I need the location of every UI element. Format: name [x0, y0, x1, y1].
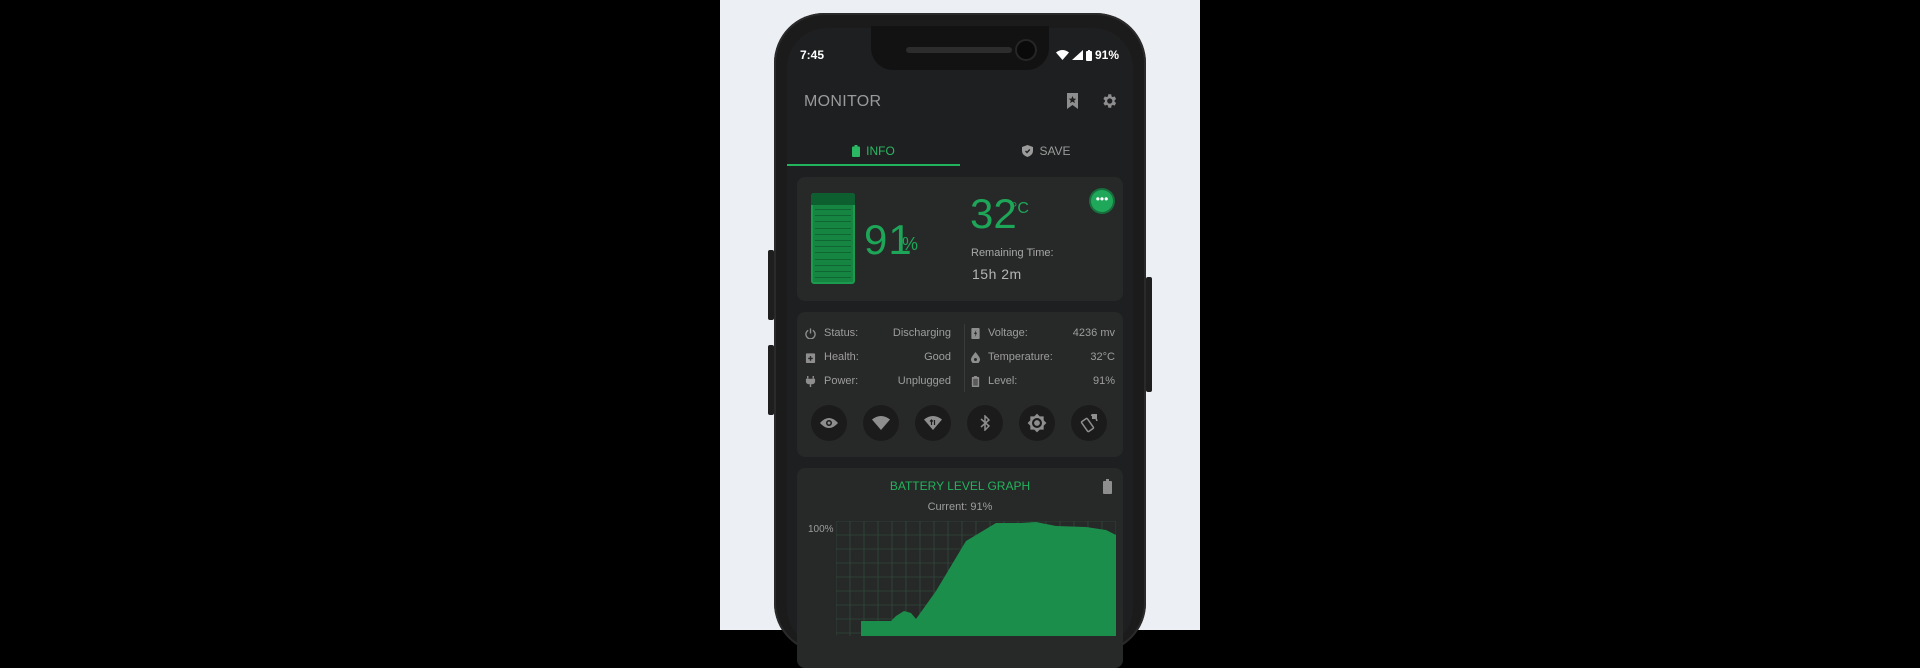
battery-cell-line — [815, 240, 851, 241]
app-title: MONITOR — [804, 93, 882, 110]
battery-cell-line — [815, 233, 851, 235]
temperature-unit: °C — [1011, 200, 1029, 217]
battery-cell-line — [815, 271, 851, 272]
battery-percent-unit: % — [902, 234, 919, 254]
voltage-value: 4236 mv — [1072, 327, 1115, 339]
eye-icon — [820, 418, 838, 428]
remaining-time-value: 15h 2m — [972, 266, 1022, 282]
graph-current-label: Current: — [927, 501, 968, 513]
bookmark-icon[interactable] — [1066, 93, 1079, 109]
battery-cell-line — [815, 264, 851, 266]
status-icons: 91% — [1056, 48, 1119, 62]
battery-status-icon — [1086, 49, 1092, 61]
battery-cell-line — [815, 215, 851, 217]
power-label: Power: — [824, 375, 859, 387]
level-label: Level: — [988, 375, 1018, 387]
power-icon — [805, 328, 816, 339]
status-value: Discharging — [892, 327, 951, 339]
battery-empty-portion — [811, 193, 855, 205]
graph-y-label-top: 100% — [808, 524, 834, 535]
mobile-data-icon — [924, 416, 942, 430]
battery-cell-line — [815, 246, 851, 248]
eye-toggle-button[interactable] — [811, 405, 847, 441]
health-value: Good — [924, 351, 951, 363]
temperature-label: Temperature: — [988, 351, 1053, 363]
shield-icon — [1022, 145, 1034, 157]
clipboard-plus-icon — [805, 353, 816, 363]
tab-info[interactable]: INFO — [787, 134, 960, 168]
plug-icon — [805, 376, 816, 387]
auto-rotate-icon — [1080, 414, 1098, 433]
remaining-time-label: Remaining Time: — [971, 247, 1054, 259]
battery-cell-line — [815, 277, 851, 279]
health-label: Health: — [824, 351, 859, 363]
tab-save[interactable]: SAVE — [960, 134, 1133, 168]
thermometer-drop-icon — [970, 352, 981, 363]
tab-save-label: SAVE — [1039, 144, 1071, 158]
status-battery-percent: 91% — [1095, 48, 1120, 62]
bluetooth-toggle-button[interactable] — [967, 405, 1003, 441]
graph-current-value: 91% — [970, 501, 993, 513]
voltage-icon — [971, 328, 980, 339]
speaker-grille — [906, 47, 1012, 53]
battery-level-chart — [836, 521, 1116, 636]
graph-battery-icon[interactable] — [1103, 479, 1112, 494]
graph-level-area — [861, 522, 1116, 636]
battery-cell-line — [815, 209, 851, 210]
auto-rotate-toggle-button[interactable] — [1071, 405, 1107, 441]
wifi-icon — [872, 416, 890, 430]
wifi-status-icon — [1056, 50, 1069, 60]
power-button — [1146, 277, 1152, 392]
wifi-toggle-button[interactable] — [863, 405, 899, 441]
battery-tab-icon — [852, 145, 861, 157]
status-label: Status: — [824, 327, 859, 339]
brightness-toggle-button[interactable] — [1019, 405, 1055, 441]
graph-title: BATTERY LEVEL GRAPH — [889, 479, 1031, 493]
tab-info-label: INFO — [866, 144, 895, 158]
more-options-button[interactable]: ••• — [1091, 190, 1113, 212]
tab-bar: INFO SAVE — [787, 134, 1133, 168]
battery-cell-line — [815, 258, 851, 260]
details-divider — [964, 324, 965, 392]
mobile-data-toggle-button[interactable] — [915, 405, 951, 441]
bluetooth-icon — [980, 415, 990, 431]
voltage-label: Voltage: — [988, 327, 1028, 339]
front-camera — [1017, 41, 1035, 59]
power-value: Unplugged — [897, 375, 951, 387]
brightness-icon — [1027, 413, 1047, 433]
signal-icon — [1072, 50, 1083, 60]
battery-cell-line — [815, 221, 851, 223]
temperature-detail-value: 32°C — [1090, 351, 1115, 363]
gear-icon[interactable] — [1100, 92, 1118, 110]
battery-cell-line — [815, 252, 851, 254]
level-value: 91% — [1092, 375, 1115, 387]
graph-current: Current: 91% — [797, 501, 1123, 513]
status-time: 7:45 — [800, 48, 825, 62]
battery-cell-line — [815, 227, 851, 229]
tab-indicator — [787, 164, 960, 166]
battery-small-icon — [971, 376, 980, 387]
temperature-value: 32 — [970, 190, 1017, 237]
